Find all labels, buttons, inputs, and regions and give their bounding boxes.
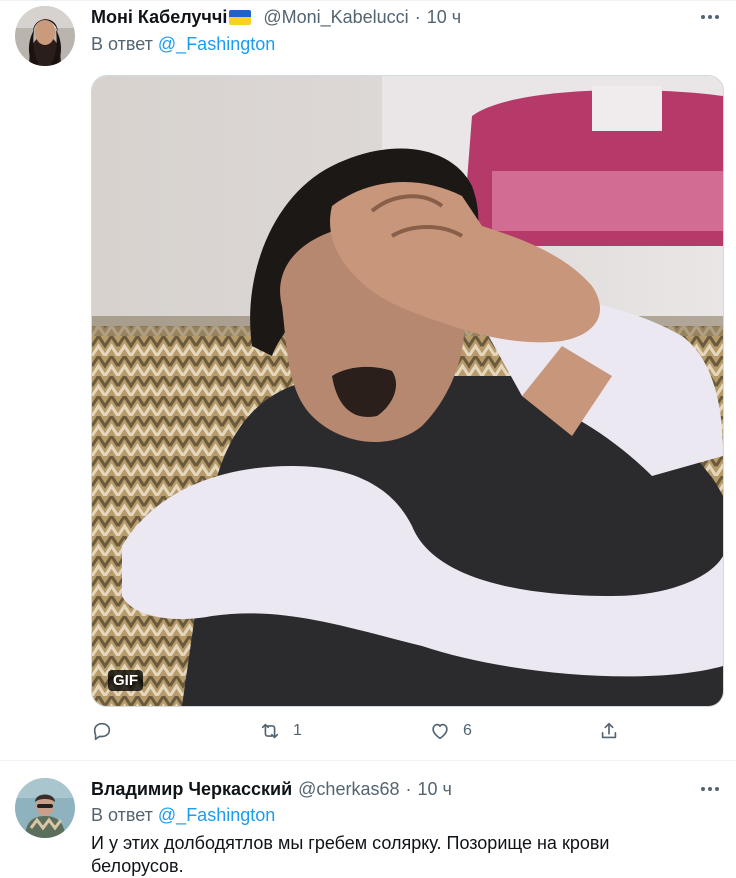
like-button[interactable]: 6 (429, 720, 472, 742)
reply-prefix: В ответ (91, 34, 153, 54)
reply-to-link[interactable]: @_Fashington (158, 34, 275, 54)
share-icon (601, 722, 617, 739)
flag-ukraine-icon (229, 9, 252, 25)
timestamp[interactable]: 10 ч (427, 7, 461, 28)
avatar[interactable] (15, 6, 75, 66)
timestamp[interactable]: 10 ч (417, 779, 451, 800)
author-handle[interactable]: @Moni_Kabelucci (263, 7, 408, 28)
separator-dot: · (414, 6, 421, 27)
like-count: 6 (463, 722, 472, 739)
gif-badge: GIF (108, 670, 143, 691)
author-name[interactable]: Моні Кабелуччі (91, 7, 227, 28)
heart-icon (432, 723, 448, 740)
share-button[interactable] (598, 720, 620, 742)
retweet-button[interactable]: 1 (259, 720, 302, 742)
reply-to-link[interactable]: @_Fashington (158, 805, 275, 825)
more-options-icon[interactable] (698, 7, 722, 27)
reply-context: В ответ @_Fashington (91, 34, 275, 55)
gif-media[interactable]: GIF (91, 75, 724, 707)
separator-dot: · (405, 778, 412, 799)
reply-button[interactable] (91, 720, 113, 742)
retweet-count: 1 (293, 722, 302, 739)
reply-context: В ответ @_Fashington (91, 805, 275, 826)
tweet-actions: 1 6 (0, 720, 736, 750)
tweet-text: И у этих долбодятлов мы гребем солярку. … (91, 833, 610, 876)
author-handle[interactable]: @cherkas68 (298, 779, 399, 800)
author-name[interactable]: Владимир Черкасский (91, 779, 292, 800)
tweet-divider (0, 760, 736, 761)
more-options-icon[interactable] (698, 779, 722, 799)
gif-image (92, 76, 723, 706)
tweet-header: Владимир Черкасский @cherkas68 · 10 ч (91, 777, 452, 801)
reply-icon (93, 722, 111, 741)
retweet-icon (261, 723, 279, 739)
avatar[interactable] (15, 778, 75, 838)
reply-prefix: В ответ (91, 805, 153, 825)
tweet-header: Моні Кабелуччі @Moni_Kabelucci · 10 ч (91, 5, 461, 29)
